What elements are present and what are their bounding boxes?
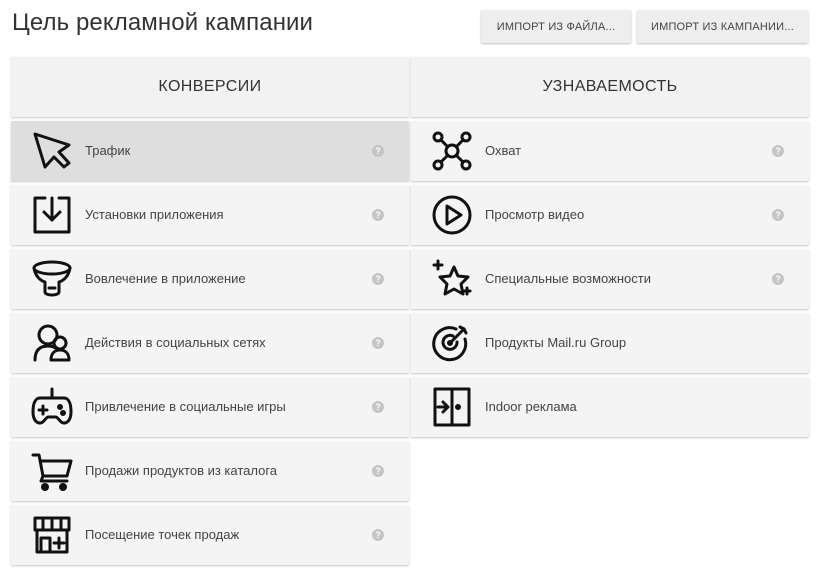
cart-icon [31, 450, 73, 492]
objective-app-engagement[interactable]: Вовлечение в приложение ? [11, 249, 409, 309]
objective-social-games[interactable]: Привлечение в социальные игры ? [11, 377, 409, 437]
help-icon[interactable]: ? [372, 529, 384, 541]
help-icon[interactable]: ? [372, 401, 384, 413]
help-icon[interactable]: ? [372, 145, 384, 157]
help-icon[interactable]: ? [772, 209, 784, 221]
objective-indoor-ads[interactable]: Indoor реклама [411, 377, 809, 437]
import-from-file-button[interactable]: ИМПОРТ ИЗ ФАЙЛА... [481, 10, 631, 43]
cursor-icon [31, 130, 73, 172]
conversions-column: КОНВЕРСИИ Трафик ? Установки приложения … [11, 57, 409, 569]
objective-label: Indoor реклама [485, 399, 577, 414]
objective-store-visits[interactable]: Посещение точек продаж ? [11, 505, 409, 565]
page-title: Цель рекламной кампании [12, 9, 314, 36]
help-icon[interactable]: ? [372, 337, 384, 349]
objective-label: Посещение точек продаж [85, 527, 240, 542]
star-sparkle-icon [431, 258, 473, 300]
help-icon[interactable]: ? [372, 209, 384, 221]
import-from-campaign-button[interactable]: ИМПОРТ ИЗ КАМПАНИИ... [637, 10, 808, 43]
help-icon[interactable]: ? [372, 465, 384, 477]
objective-app-installs[interactable]: Установки приложения ? [11, 185, 409, 245]
objective-label: Продукты Mail.ru Group [485, 335, 627, 350]
gamepad-icon [31, 386, 73, 428]
objective-reach[interactable]: Охват ? [411, 121, 809, 181]
objective-label: Трафик [85, 143, 131, 158]
objective-label: Просмотр видео [485, 207, 585, 222]
objective-label: Охват [485, 143, 522, 158]
objective-label: Действия в социальных сетях [85, 335, 266, 350]
awareness-column: УЗНАВАЕМОСТЬ Охват ? Просмотр видео ? Сп… [411, 57, 809, 441]
help-icon[interactable]: ? [372, 273, 384, 285]
objective-label: Установки приложения [85, 207, 224, 222]
objective-label: Специальные возможности [485, 271, 651, 286]
door-enter-icon [431, 386, 473, 428]
objective-catalog-sales[interactable]: Продажи продуктов из каталога ? [11, 441, 409, 501]
conversions-header: КОНВЕРСИИ [11, 57, 409, 117]
objective-traffic[interactable]: Трафик ? [11, 121, 409, 181]
help-icon[interactable]: ? [772, 273, 784, 285]
download-box-icon [31, 194, 73, 236]
play-circle-icon [431, 194, 473, 236]
objective-social-actions[interactable]: Действия в социальных сетях ? [11, 313, 409, 373]
awareness-header: УЗНАВАЕМОСТЬ [411, 57, 809, 117]
target-icon [431, 322, 473, 364]
funnel-icon [31, 258, 73, 300]
users-icon [31, 322, 73, 364]
objective-label: Вовлечение в приложение [85, 271, 246, 286]
objective-label: Продажи продуктов из каталога [85, 463, 278, 478]
objective-special-features[interactable]: Специальные возможности ? [411, 249, 809, 309]
store-icon [31, 514, 73, 556]
objective-video-views[interactable]: Просмотр видео ? [411, 185, 809, 245]
objective-label: Привлечение в социальные игры [85, 399, 286, 414]
objective-mailru-products[interactable]: Продукты Mail.ru Group [411, 313, 809, 373]
network-icon [431, 130, 473, 172]
help-icon[interactable]: ? [772, 145, 784, 157]
